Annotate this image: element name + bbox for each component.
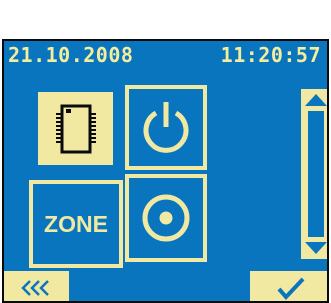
zone-label: ZONE — [44, 210, 108, 237]
target-button[interactable] — [125, 174, 207, 262]
back-button[interactable] — [4, 271, 69, 301]
scroll-up-button[interactable] — [301, 89, 327, 111]
status-bar: 21.10.2008 11:20:57 — [4, 41, 327, 69]
power-icon — [143, 101, 189, 153]
microchip-icon — [55, 104, 96, 153]
confirm-button[interactable] — [250, 271, 327, 301]
hardware-button[interactable] — [38, 92, 113, 165]
time-display: 11:20:57 — [220, 43, 321, 67]
zone-button[interactable]: ZONE — [29, 180, 123, 268]
arrow-up-icon — [305, 94, 327, 106]
scrollbar[interactable] — [301, 89, 327, 259]
target-icon — [142, 194, 190, 242]
date-display: 21.10.2008 — [8, 43, 134, 67]
scroll-down-button[interactable] — [301, 237, 327, 259]
device-screen: 21.10.2008 11:20:57 ZONE — [2, 39, 329, 303]
power-button[interactable] — [125, 85, 207, 170]
scroll-track[interactable] — [305, 111, 327, 237]
checkmark-icon — [276, 277, 304, 300]
arrow-down-icon — [305, 242, 327, 254]
triple-chevron-left-icon — [20, 280, 49, 296]
